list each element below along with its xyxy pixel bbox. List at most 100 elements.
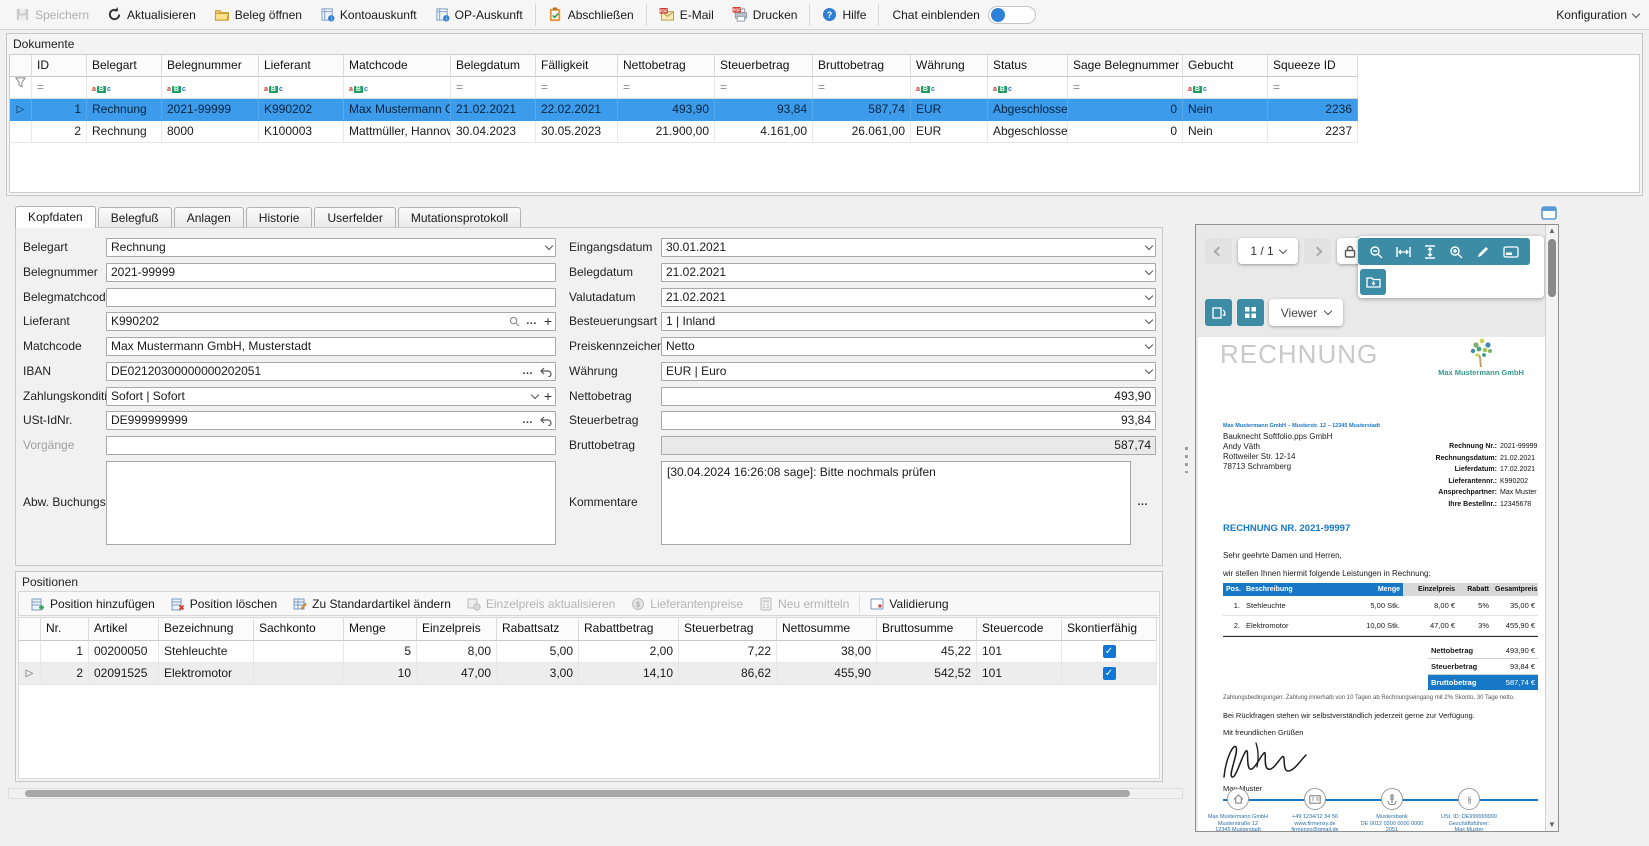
filter-cell[interactable]: = bbox=[618, 77, 715, 99]
column-header-sachkonto[interactable]: Sachkonto bbox=[254, 618, 344, 641]
eingangsdatum-select[interactable]: 30.01.2021 bbox=[661, 238, 1156, 257]
filter-cell[interactable]: = bbox=[451, 77, 536, 99]
nettobetrag-input[interactable]: 493,90 bbox=[661, 387, 1156, 406]
column-header-steuerbetrag[interactable]: Steuerbetrag bbox=[679, 618, 777, 641]
page-indicator[interactable]: 1 / 1 bbox=[1238, 238, 1298, 264]
viewer-vertical-scrollbar[interactable]: ▲ ▼ bbox=[1545, 225, 1558, 831]
undo-icon[interactable] bbox=[540, 367, 552, 377]
column-header-sage-belegnummer[interactable]: Sage Belegnummer bbox=[1068, 55, 1183, 77]
fit-width-icon[interactable] bbox=[1396, 246, 1411, 258]
filter-cell[interactable]: = bbox=[1068, 77, 1183, 99]
lieferant-input[interactable]: K990202 … + bbox=[106, 312, 556, 331]
tab-anlagen[interactable]: Anlagen bbox=[174, 207, 244, 228]
filter-cell[interactable]: aBc bbox=[344, 77, 451, 99]
tab-mutationsprotokoll[interactable]: Mutationsprotokoll bbox=[398, 207, 521, 228]
preiskennzeichen-select[interactable]: Netto bbox=[661, 337, 1156, 356]
stamp-icon[interactable] bbox=[1503, 246, 1519, 258]
delete-position-button[interactable]: Position löschen bbox=[163, 592, 285, 615]
column-header-gebucht[interactable]: Gebucht bbox=[1183, 55, 1268, 77]
recalculate-button[interactable]: Neu ermitteln bbox=[751, 592, 857, 615]
belegnummer-input[interactable]: 2021-99999 bbox=[106, 263, 556, 282]
validation-button[interactable]: Validierung bbox=[862, 592, 956, 615]
column-header-squeeze-id[interactable]: Squeeze ID bbox=[1268, 55, 1358, 77]
ellipsis-button[interactable]: … bbox=[522, 363, 534, 380]
checkbox-checked-icon[interactable]: ✓ bbox=[1103, 645, 1116, 658]
restore-window-icon[interactable] bbox=[1541, 206, 1557, 220]
besteuerungsart-select[interactable]: 1 | Inland bbox=[661, 312, 1156, 331]
konfiguration-menu[interactable]: Konfiguration bbox=[1556, 0, 1639, 30]
column-header-skontierf-hig[interactable]: Skontierfähig bbox=[1062, 618, 1157, 641]
column-header-bruttosumme[interactable]: Bruttosumme bbox=[877, 618, 977, 641]
column-header-matchcode[interactable]: Matchcode bbox=[344, 55, 451, 77]
column-header-belegnummer[interactable]: Belegnummer bbox=[162, 55, 259, 77]
op-info-button[interactable]: i OP-Auskunft bbox=[426, 1, 532, 29]
tab-kopfdaten[interactable]: Kopfdaten bbox=[15, 206, 96, 228]
steuerbetrag-input[interactable]: 93,84 bbox=[661, 411, 1156, 430]
finish-button[interactable]: Abschließen bbox=[539, 1, 643, 29]
belegdatum-select[interactable]: 21.02.2021 bbox=[661, 263, 1156, 282]
column-header-bezeichnung[interactable]: Bezeichnung bbox=[159, 618, 254, 641]
scroll-up-arrow[interactable]: ▲ bbox=[1546, 225, 1558, 237]
filter-cell[interactable]: = bbox=[536, 77, 618, 99]
chat-toggle[interactable] bbox=[988, 6, 1036, 24]
filter-cell[interactable]: aBc bbox=[162, 77, 259, 99]
tab-belegfuss[interactable]: Belegfuß bbox=[98, 207, 172, 228]
column-header-id[interactable]: ID bbox=[32, 55, 87, 77]
table-row[interactable]: 2Rechnung8000K100003Mattmüller, Hannover… bbox=[10, 121, 1639, 143]
annotate-pen-icon[interactable] bbox=[1476, 245, 1490, 259]
viewer-mode-select[interactable]: Viewer bbox=[1269, 299, 1343, 326]
column-header-lieferant[interactable]: Lieferant bbox=[259, 55, 344, 77]
column-header-w-hrung[interactable]: Währung bbox=[911, 55, 988, 77]
matchcode-input[interactable]: Max Mustermann GmbH, Musterstadt bbox=[106, 337, 556, 356]
column-header-menge[interactable]: Menge bbox=[344, 618, 417, 641]
add-icon[interactable]: + bbox=[544, 313, 552, 330]
undo-icon[interactable] bbox=[540, 416, 552, 426]
valutadatum-select[interactable]: 21.02.2021 bbox=[661, 288, 1156, 307]
panel-splitter[interactable] bbox=[1184, 207, 1189, 832]
iban-input[interactable]: DE02120300000000202051 … bbox=[106, 362, 556, 381]
column-header-bruttobetrag[interactable]: Bruttobetrag bbox=[813, 55, 911, 77]
vorgaenge-input[interactable] bbox=[106, 436, 556, 455]
next-page-button[interactable] bbox=[1304, 238, 1331, 264]
column-header-nettosumme[interactable]: Nettosumme bbox=[777, 618, 877, 641]
filter-cell[interactable]: aBc bbox=[259, 77, 344, 99]
prev-page-button[interactable] bbox=[1205, 238, 1232, 264]
tab-historie[interactable]: Historie bbox=[246, 207, 313, 228]
tab-userfelder[interactable]: Userfelder bbox=[314, 207, 395, 228]
column-header-nr-[interactable]: Nr. bbox=[41, 618, 89, 641]
account-info-button[interactable]: i Kontoauskunft bbox=[311, 1, 426, 29]
scroll-down-arrow[interactable]: ▼ bbox=[1546, 819, 1558, 831]
supplier-prices-button[interactable]: $ Lieferantenpreise bbox=[623, 592, 751, 615]
table-row[interactable]: ▷202091525Elektromotor1047,003,0014,1086… bbox=[19, 663, 1159, 685]
filter-cell[interactable]: = bbox=[715, 77, 813, 99]
column-header-f-lligkeit[interactable]: Fälligkeit bbox=[536, 55, 618, 77]
column-header-rabattsatz[interactable]: Rabattsatz bbox=[497, 618, 579, 641]
abw-buchungstext-textarea[interactable] bbox=[106, 461, 556, 545]
filter-cell[interactable]: aBc bbox=[911, 77, 988, 99]
refresh-button[interactable]: Aktualisieren bbox=[98, 1, 205, 29]
filter-cell[interactable]: = bbox=[813, 77, 911, 99]
ustidnr-input[interactable]: DE999999999 … bbox=[106, 411, 556, 430]
ellipsis-button[interactable]: … bbox=[526, 313, 538, 330]
thumbnails-button[interactable] bbox=[1237, 299, 1264, 326]
save-button[interactable]: Speichern bbox=[6, 1, 98, 29]
filter-funnel-icon[interactable] bbox=[10, 77, 32, 99]
fit-height-icon[interactable] bbox=[1424, 245, 1436, 259]
column-header-einzelpreis[interactable]: Einzelpreis bbox=[417, 618, 497, 641]
filter-cell[interactable]: aBc bbox=[1183, 77, 1268, 99]
search-icon[interactable] bbox=[509, 316, 520, 327]
zoom-in-icon[interactable] bbox=[1449, 245, 1463, 259]
kommentare-ellipsis-button[interactable]: … bbox=[1137, 496, 1149, 508]
scrollbar-thumb[interactable] bbox=[25, 790, 1130, 797]
column-header-nettobetrag[interactable]: Nettobetrag bbox=[618, 55, 715, 77]
ellipsis-button[interactable]: … bbox=[522, 412, 534, 429]
filter-cell[interactable]: = bbox=[32, 77, 87, 99]
rotate-page-button[interactable] bbox=[1205, 299, 1232, 326]
kommentare-textarea[interactable]: [30.04.2024 16:26:08 sage]: Bitte nochma… bbox=[661, 461, 1131, 545]
belegmatchcode-input[interactable] bbox=[106, 288, 556, 307]
update-unit-price-button[interactable]: Einzelpreis aktualisieren bbox=[459, 592, 623, 615]
column-header-artikel[interactable]: Artikel bbox=[89, 618, 159, 641]
belegart-select[interactable]: Rechnung bbox=[106, 238, 556, 257]
zahlungskondition-select[interactable]: Sofort | Sofort + bbox=[106, 387, 556, 406]
add-position-button[interactable]: Position hinzufügen bbox=[23, 592, 163, 615]
